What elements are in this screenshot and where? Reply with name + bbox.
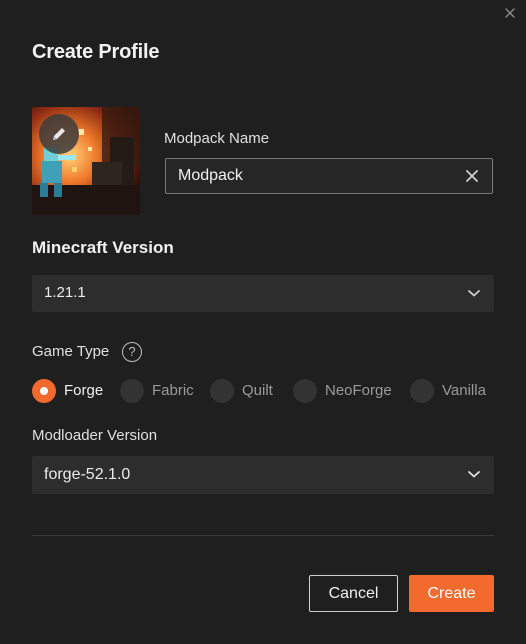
help-icon[interactable]: ?	[122, 342, 142, 362]
close-icon[interactable]	[502, 5, 518, 21]
minecraft-version-select[interactable]: 1.21.1	[32, 275, 494, 312]
game-type-label: Game Type	[32, 343, 110, 360]
radio-indicator	[120, 379, 144, 403]
divider	[32, 535, 494, 536]
modpack-image[interactable]	[32, 107, 140, 215]
radio-label: Fabric	[152, 382, 194, 399]
modloader-version-select[interactable]: forge-52.1.0	[32, 456, 494, 494]
modpack-name-field[interactable]	[165, 158, 493, 194]
radio-label: Vanilla	[442, 382, 486, 399]
clear-x-icon[interactable]	[464, 168, 480, 184]
radio-indicator	[210, 379, 234, 403]
chevron-down-icon	[468, 290, 480, 297]
modloader-version-value: forge-52.1.0	[44, 466, 131, 483]
close-icon-glyph	[505, 8, 515, 18]
dialog-title: Create Profile	[32, 41, 160, 63]
chevron-down-icon	[468, 471, 480, 478]
radio-label: NeoForge	[325, 382, 392, 399]
clear-x-glyph	[466, 170, 478, 182]
modloader-version-label: Modloader Version	[32, 427, 158, 444]
modpack-name-label: Modpack Name	[164, 130, 270, 147]
create-button[interactable]: Create	[409, 575, 494, 612]
pencil-edit-icon	[53, 128, 65, 140]
radio-indicator	[410, 379, 434, 403]
edit-image-button[interactable]	[39, 114, 79, 154]
minecraft-version-value: 1.21.1	[44, 284, 86, 301]
radio-indicator	[293, 379, 317, 403]
create-profile-dialog: Create Profile Modpack Name Modpack Mine…	[0, 0, 526, 644]
cancel-button[interactable]: Cancel	[309, 575, 398, 612]
modpack-name-input[interactable]	[178, 159, 448, 193]
radio-label: Quilt	[242, 382, 273, 399]
radio-indicator	[32, 379, 56, 403]
radio-label: Forge	[64, 382, 104, 399]
minecraft-version-label: Minecraft Version	[32, 238, 174, 257]
